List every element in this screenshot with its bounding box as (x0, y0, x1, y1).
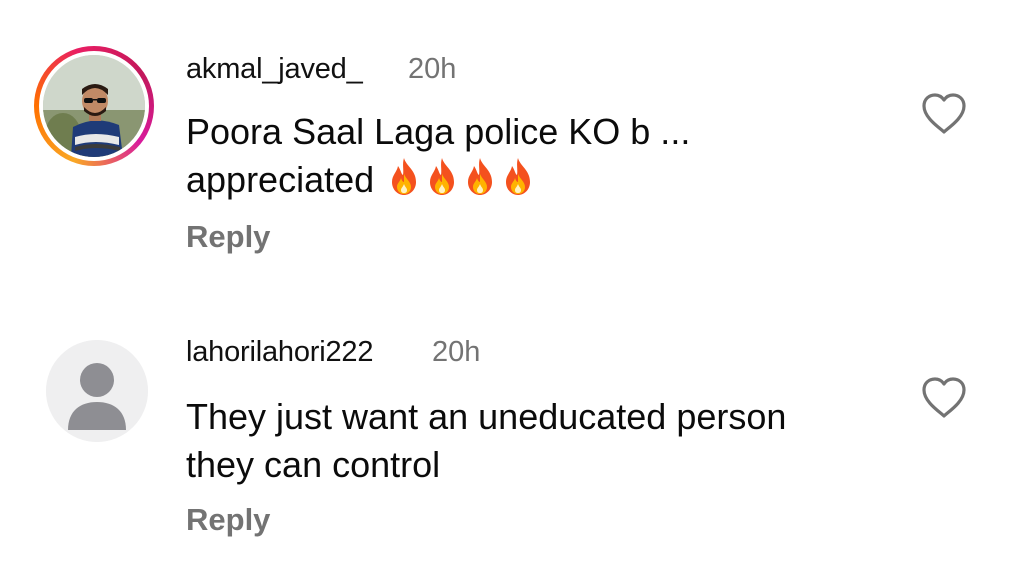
comment-text-line: They just want an uneducated person (186, 396, 787, 437)
fire-icon (386, 156, 422, 208)
comment-text: They just want an uneducated person they… (186, 393, 886, 489)
comment-item: akmal_javed_ 20h Poora Saal Laga police … (0, 0, 1024, 280)
comment-text-line: appreciated (186, 159, 375, 200)
fire-icon (500, 156, 536, 208)
story-ring (34, 46, 154, 166)
comment-timestamp: 20h (432, 336, 481, 368)
comment-text-line: Poora Saal Laga police KO b ... (186, 111, 691, 152)
comment-username[interactable]: lahorilahori222 (186, 336, 373, 369)
reply-button[interactable]: Reply (186, 219, 270, 255)
comment-item: lahorilahori222 20h They just want an un… (0, 280, 1024, 563)
reply-button[interactable]: Reply (186, 502, 270, 538)
avatar[interactable] (34, 46, 154, 166)
fire-icon (462, 156, 498, 208)
comment-timestamp: 20h (408, 53, 457, 85)
comment-text: Poora Saal Laga police KO b ... apprecia… (186, 108, 886, 208)
like-button[interactable] (920, 376, 968, 420)
heart-outline-icon (922, 93, 966, 134)
like-button[interactable] (920, 92, 968, 136)
avatar[interactable] (46, 340, 148, 442)
default-person-icon (46, 340, 148, 442)
comment-username[interactable]: akmal_javed_ (186, 53, 363, 86)
fire-icon (424, 156, 460, 208)
profile-photo (43, 55, 145, 157)
heart-outline-icon (922, 377, 966, 418)
comment-text-line: they can control (186, 444, 441, 485)
